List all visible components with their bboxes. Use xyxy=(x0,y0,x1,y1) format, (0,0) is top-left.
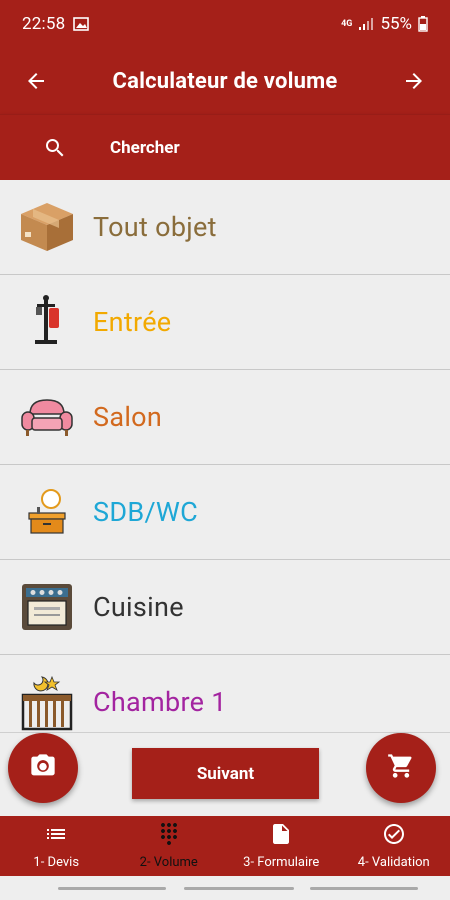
category-item-entree[interactable]: Entrée xyxy=(0,275,450,370)
document-icon xyxy=(269,822,293,850)
crib-icon xyxy=(0,655,93,733)
signal-icon xyxy=(358,17,374,31)
sink-icon xyxy=(0,465,93,560)
home-handle[interactable] xyxy=(184,887,294,890)
battery-percent: 55% xyxy=(380,14,412,34)
status-bar: 22:58 4G 55% xyxy=(0,0,450,48)
category-label: Chambre 1 xyxy=(93,686,227,718)
camera-icon xyxy=(29,752,57,784)
list-icon xyxy=(44,822,68,850)
back-handle[interactable] xyxy=(310,887,418,890)
search-bar[interactable]: Chercher xyxy=(0,114,450,180)
dialpad-icon xyxy=(157,822,181,850)
gallery-icon xyxy=(73,17,90,31)
category-item-cuisine[interactable]: Cuisine xyxy=(0,560,450,655)
tab-validation[interactable]: 4- Validation xyxy=(338,816,450,876)
category-label: Tout objet xyxy=(93,211,217,243)
page-title: Calculateur de volume xyxy=(112,68,338,94)
arrow-back-icon[interactable] xyxy=(0,48,72,114)
tab-label: 4- Validation xyxy=(357,855,430,870)
tab-formulaire[interactable]: 3- Formulaire xyxy=(225,816,338,876)
armchair-icon xyxy=(0,370,93,465)
category-item-sdb-wc[interactable]: SDB/WC xyxy=(0,465,450,560)
category-list: Tout objet Entrée Salon SDB/WC Cuisine C… xyxy=(0,180,450,732)
next-button[interactable]: Suivant xyxy=(132,748,319,799)
coat-rack-icon xyxy=(0,275,93,370)
oven-icon xyxy=(0,560,93,655)
tab-devis[interactable]: 1- Devis xyxy=(0,816,113,876)
search-input[interactable]: Chercher xyxy=(110,138,180,158)
category-label: Entrée xyxy=(93,306,172,338)
check-circle-icon xyxy=(382,822,406,850)
search-icon[interactable] xyxy=(0,136,110,160)
app-bar: Calculateur de volume xyxy=(0,48,450,114)
camera-button[interactable] xyxy=(8,733,78,803)
system-navigation-bar xyxy=(0,876,450,900)
bottom-navigation: 1- Devis 2- Volume 3- Formulaire 4- Vali… xyxy=(0,816,450,876)
tab-volume[interactable]: 2- Volume xyxy=(113,816,226,876)
cart-icon xyxy=(387,752,415,784)
category-item-salon[interactable]: Salon xyxy=(0,370,450,465)
recent-apps-handle[interactable] xyxy=(58,887,166,890)
category-label: Salon xyxy=(93,401,163,433)
status-time: 22:58 xyxy=(22,14,66,34)
category-item-chambre-1[interactable]: Chambre 1 xyxy=(0,655,450,732)
network-type: 4G xyxy=(341,18,353,29)
battery-icon xyxy=(418,16,428,32)
arrow-forward-icon[interactable] xyxy=(378,48,450,114)
tab-label: 2- Volume xyxy=(139,855,198,870)
category-item-tout-objet[interactable]: Tout objet xyxy=(0,180,450,275)
tab-label: 1- Devis xyxy=(33,855,80,870)
tab-label: 3- Formulaire xyxy=(243,855,320,870)
category-label: SDB/WC xyxy=(93,496,199,528)
category-label: Cuisine xyxy=(93,591,184,623)
box-icon xyxy=(0,180,93,275)
cart-button[interactable] xyxy=(366,733,436,803)
